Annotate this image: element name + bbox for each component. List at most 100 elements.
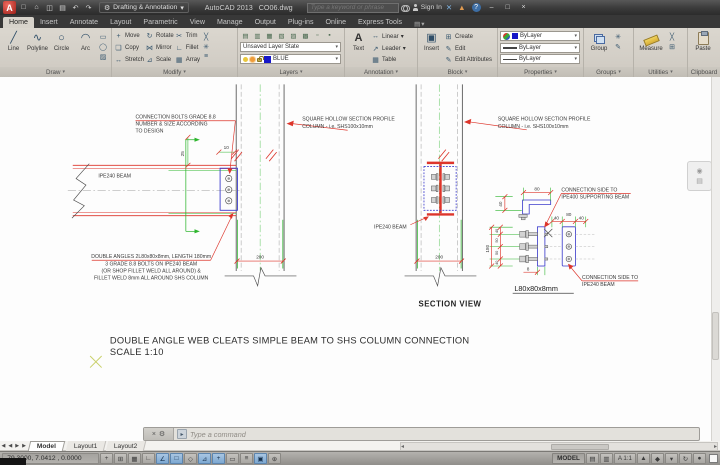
plot-icon[interactable]: ▤	[57, 2, 68, 13]
osnap3d-toggle[interactable]: ◇	[184, 453, 197, 464]
linetype-dropdown[interactable]: ByLayer▾	[500, 54, 580, 64]
polyline-button[interactable]: ∿Polyline	[26, 30, 49, 66]
last-layout-icon[interactable]: ▶	[21, 443, 28, 449]
layer-off-icon[interactable]: ▥	[252, 31, 263, 40]
create-block-button[interactable]: ⊞Create	[444, 31, 492, 43]
measure-button[interactable]: Measure	[636, 30, 666, 66]
maximize-button[interactable]: □	[501, 2, 515, 13]
open-file-icon[interactable]: ⌂	[31, 2, 42, 13]
tab-home[interactable]: Home	[3, 17, 34, 28]
tray-sync-icon[interactable]: ↻	[679, 453, 692, 464]
annotation-visibility-icon[interactable]: ▲	[637, 453, 650, 464]
scale-button[interactable]: ⊿Scale	[145, 54, 174, 66]
group-button[interactable]: Group	[586, 30, 612, 66]
mirror-button[interactable]: ⋈Mirror	[145, 42, 174, 54]
layer-match-icon[interactable]: ▩	[300, 31, 311, 40]
tab-annotate[interactable]: Annotate	[64, 17, 104, 28]
workspace-switch-icon[interactable]: ▾	[665, 453, 678, 464]
autocad-logo-icon[interactable]: A	[3, 1, 16, 14]
help-icon[interactable]: ?	[472, 3, 481, 12]
new-file-icon[interactable]: □	[18, 2, 29, 13]
fillet-button[interactable]: ∟Fillet	[175, 42, 200, 54]
tab-layout2[interactable]: Layout2	[106, 441, 147, 451]
rectangle-icon[interactable]: ▭	[98, 32, 108, 41]
prev-layout-icon[interactable]: ◀	[7, 443, 14, 449]
lineweight-dropdown[interactable]: ByLayer▾	[500, 43, 580, 53]
otrack-toggle[interactable]: ⊿	[198, 453, 211, 464]
tab-online[interactable]: Online	[320, 17, 353, 28]
autoscale-icon[interactable]: ◆	[651, 453, 664, 464]
tab-plugins[interactable]: Plug-ins	[282, 17, 320, 28]
search-icon[interactable]	[401, 5, 410, 11]
arc-button[interactable]: ◠Arc	[74, 30, 97, 66]
tab-manage[interactable]: Manage	[211, 17, 249, 28]
tab-view[interactable]: View	[184, 17, 211, 28]
erase-icon[interactable]: ╳	[201, 32, 211, 41]
horizontal-scrollbar-thumb[interactable]	[551, 444, 609, 450]
ortho-toggle[interactable]: ∟	[142, 453, 155, 464]
tab-insert[interactable]: Insert	[34, 17, 64, 28]
tray-status-icon[interactable]: ●	[693, 453, 706, 464]
sign-in-link[interactable]: Sign In	[421, 4, 442, 11]
tab-output[interactable]: Output	[249, 17, 282, 28]
leader-button[interactable]: ↗Leader▾	[371, 43, 406, 55]
vertical-scrollbar-thumb[interactable]	[712, 312, 719, 360]
command-line[interactable]: × ⚙ ▸ Type a command	[143, 427, 700, 441]
qp-toggle[interactable]: ⊕	[268, 453, 281, 464]
exchange-apps-icon[interactable]: ✕	[446, 3, 452, 12]
layer-dropdown[interactable]: BLUE ▾	[240, 54, 341, 64]
layer-state-dropdown[interactable]: Unsaved Layer State▾	[240, 42, 341, 52]
explode-icon[interactable]: ✳	[201, 42, 211, 51]
first-layout-icon[interactable]: ◀	[0, 443, 7, 449]
line-button[interactable]: ╱Line	[2, 30, 25, 66]
edit-attributes-button[interactable]: ✎Edit Attributes	[444, 54, 492, 66]
array-button[interactable]: ▦Array	[175, 54, 200, 66]
horizontal-scrollbar[interactable]: ◂ ▸	[400, 442, 718, 451]
scroll-right-icon[interactable]: ▸	[714, 443, 717, 450]
panel-label-utilities[interactable]: Utilities▾	[634, 67, 687, 77]
scroll-left-icon[interactable]: ◂	[401, 443, 404, 450]
autodesk360-icon[interactable]: ▲	[458, 3, 465, 12]
dyn-toggle[interactable]: ▭	[226, 453, 239, 464]
snap-toggle[interactable]: ⊞	[114, 453, 127, 464]
quick-calc-icon[interactable]: ⊞	[667, 42, 677, 51]
tab-express-tools[interactable]: Express Tools	[352, 17, 408, 28]
ellipse-icon[interactable]: ◯	[98, 42, 108, 51]
offset-icon[interactable]: ≡	[201, 52, 211, 61]
model-space-button[interactable]: MODEL	[552, 453, 585, 464]
quick-select-icon[interactable]: ╳	[667, 32, 677, 41]
save-icon[interactable]: ◫	[44, 2, 55, 13]
close-button[interactable]: ×	[517, 2, 531, 13]
vertical-scrollbar[interactable]	[711, 77, 720, 441]
clean-screen-button[interactable]	[709, 454, 718, 463]
navigation-bar[interactable]: ◉ ▤	[687, 161, 712, 191]
move-button[interactable]: +Move	[114, 30, 144, 42]
tab-parametric[interactable]: Parametric	[137, 17, 183, 28]
layer-freeze-icon[interactable]: ▧	[276, 31, 287, 40]
insert-block-button[interactable]: ▣Insert	[420, 30, 443, 66]
ducs-toggle[interactable]: +	[212, 453, 225, 464]
tab-model[interactable]: Model	[28, 441, 66, 451]
search-input[interactable]	[307, 3, 399, 13]
linear-dim-button[interactable]: ↔Linear▾	[371, 31, 406, 43]
undo-icon[interactable]: ↶	[70, 2, 81, 13]
hatch-icon[interactable]: ▨	[98, 52, 108, 61]
panel-label-groups[interactable]: Groups▾	[584, 67, 633, 77]
grid-toggle[interactable]: ▦	[128, 453, 141, 464]
object-color-dropdown[interactable]: ByLayer▾	[500, 31, 580, 41]
trim-button[interactable]: ✂Trim	[175, 30, 200, 42]
tab-layout1[interactable]: Layout1	[65, 441, 106, 451]
paste-button[interactable]: Paste	[690, 30, 716, 66]
circle-button[interactable]: ○Circle	[50, 30, 73, 66]
command-close-icon[interactable]: ×	[152, 431, 156, 438]
minimize-button[interactable]: –	[485, 2, 499, 13]
redo-icon[interactable]: ↷	[83, 2, 94, 13]
polar-toggle[interactable]: ∠	[156, 453, 169, 464]
rotate-button[interactable]: ↻Rotate	[145, 30, 174, 42]
command-recent-icon[interactable]: ▸	[177, 429, 187, 439]
panel-label-annotation[interactable]: Annotation▾	[345, 67, 417, 77]
stretch-button[interactable]: ↔Stretch	[114, 54, 144, 66]
tpy-toggle[interactable]: ▣	[254, 453, 267, 464]
workspace-switcher[interactable]: ⚙ Drafting & Annotation ▾	[99, 2, 189, 13]
infer-toggle[interactable]: +	[100, 453, 113, 464]
